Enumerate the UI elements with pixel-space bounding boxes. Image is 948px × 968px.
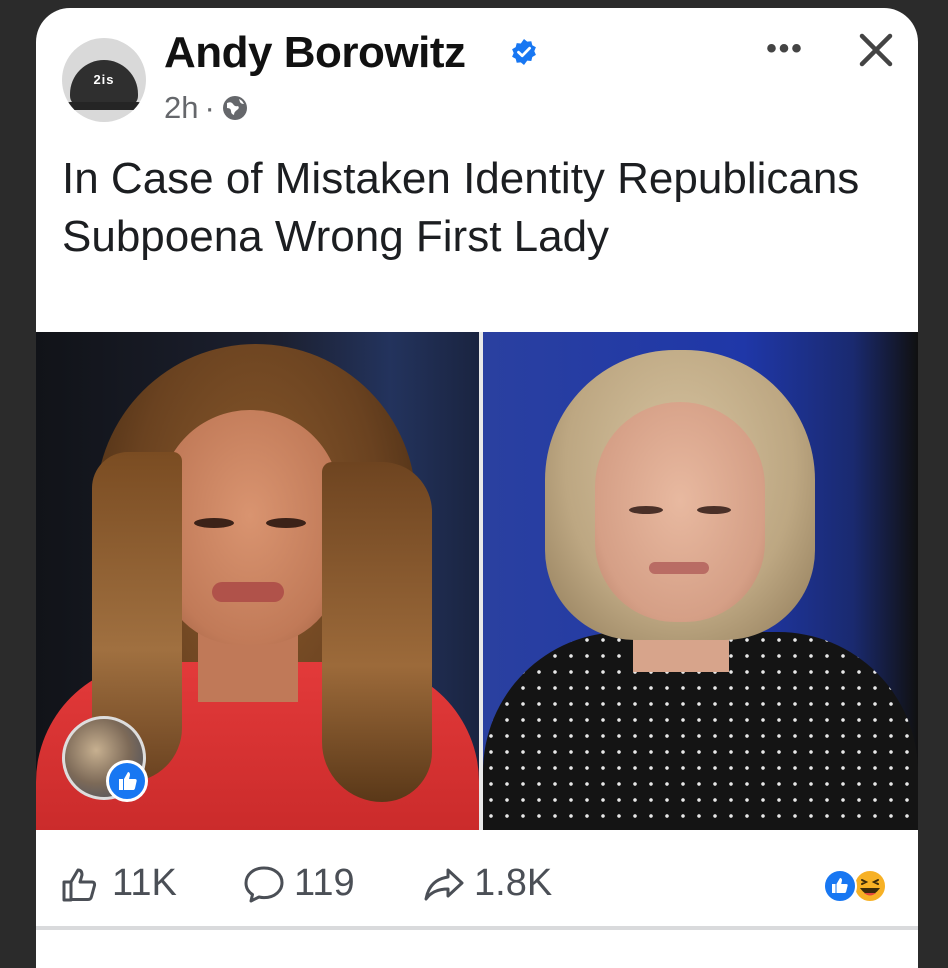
like-badge-icon bbox=[106, 760, 148, 802]
left-face bbox=[160, 410, 340, 645]
more-options-icon[interactable]: ••• bbox=[760, 32, 810, 65]
avatar-cap-text: 2is bbox=[93, 72, 115, 87]
photo-right bbox=[483, 332, 918, 830]
comment-icon bbox=[244, 866, 284, 902]
reaction-summary[interactable] bbox=[822, 868, 892, 904]
share-button[interactable]: 1.8K bbox=[422, 862, 552, 905]
like-reaction-icon bbox=[823, 869, 857, 903]
right-eye bbox=[629, 506, 663, 514]
right-eye-2 bbox=[697, 506, 731, 514]
left-eye-2 bbox=[266, 518, 306, 528]
avatar-cap-brim bbox=[66, 102, 142, 110]
author-name[interactable]: Andy Borowitz bbox=[164, 28, 466, 78]
comment-count: 119 bbox=[294, 862, 355, 904]
like-button[interactable]: 11K bbox=[60, 862, 177, 905]
share-icon bbox=[424, 868, 464, 900]
post-image[interactable] bbox=[36, 332, 918, 830]
haha-reaction-icon bbox=[853, 869, 887, 903]
footer-divider bbox=[36, 926, 918, 930]
reactor-avatar[interactable] bbox=[62, 716, 148, 802]
like-icon bbox=[62, 868, 97, 901]
meta-separator: · bbox=[204, 90, 215, 125]
post-time[interactable]: 2h bbox=[164, 90, 198, 126]
comment-button[interactable]: 119 bbox=[242, 862, 355, 905]
post-meta: 2h · bbox=[164, 90, 249, 126]
like-count: 11K bbox=[112, 862, 177, 904]
verified-badge-icon bbox=[512, 39, 536, 65]
post-card: 2is Andy Borowitz 2h · ••• In Case of Mi… bbox=[36, 8, 918, 968]
left-lips bbox=[212, 582, 284, 602]
right-lips bbox=[649, 562, 709, 574]
avatar-cap: 2is bbox=[70, 60, 138, 106]
post-text: In Case of Mistaken Identity Republicans… bbox=[62, 154, 860, 261]
right-face bbox=[595, 402, 765, 622]
close-icon[interactable] bbox=[854, 28, 898, 72]
globe-icon bbox=[222, 96, 247, 120]
left-hair-strand-2 bbox=[322, 462, 432, 802]
author-avatar[interactable]: 2is bbox=[62, 38, 146, 122]
share-count: 1.8K bbox=[474, 862, 553, 904]
left-eye bbox=[194, 518, 234, 528]
post-actions: 11K 119 1.8K bbox=[36, 830, 918, 926]
